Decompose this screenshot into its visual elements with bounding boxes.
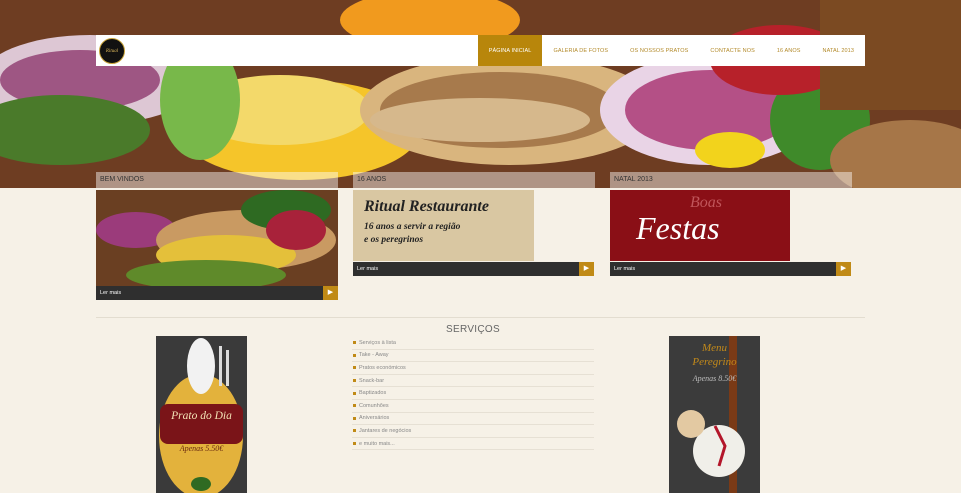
chevron-right-icon[interactable]: ▶: [579, 262, 594, 276]
service-label: Snack-bar: [359, 377, 385, 384]
card-image-anniversary[interactable]: Ritual Restaurante 16 anos a servir a re…: [353, 190, 534, 261]
bullet-icon: [353, 391, 356, 395]
site-header: Ritual PÁGINA INICIAL GALERIA DE FOTOS OS …: [96, 35, 865, 66]
service-label: Aniversários: [359, 415, 390, 422]
service-item[interactable]: e muito mais...: [352, 438, 594, 451]
bullet-icon: [353, 416, 356, 420]
read-more-link[interactable]: Ler mais: [100, 290, 121, 296]
service-item[interactable]: Baptizados: [352, 387, 594, 400]
poster-price: Apenas 5.50€: [179, 444, 224, 453]
service-item[interactable]: Snack-bar: [352, 375, 594, 388]
bullet-icon: [353, 341, 356, 345]
bullet-icon: [353, 429, 356, 433]
service-label: Serviços à lista: [359, 339, 396, 346]
chevron-right-icon[interactable]: ▶: [836, 262, 851, 276]
chevron-right-icon[interactable]: ▶: [323, 286, 338, 300]
card-image-christmas[interactable]: Boas Festas: [610, 190, 790, 261]
bullet-icon: [353, 366, 356, 370]
card-title: NATAL 2013: [610, 172, 852, 188]
section-divider: [96, 317, 865, 318]
service-label: Pratos económicos: [359, 364, 406, 371]
card-title: 16 ANOS: [353, 172, 595, 188]
poster-menu-peregrino[interactable]: Menu Peregrino Apenas 8.50€: [669, 336, 760, 493]
anniversary-sub2: e os peregrinos: [364, 235, 424, 245]
card-read-more-bar[interactable]: Ler mais ▶: [353, 262, 594, 276]
anniversary-sub1: 16 anos a servir a região: [364, 222, 461, 232]
service-label: Take - Away: [359, 352, 389, 359]
nav-item-galeria-de-fotos[interactable]: GALERIA DE FOTOS: [542, 35, 619, 66]
nav-item-16-anos[interactable]: 16 ANOS: [766, 35, 812, 66]
anniversary-title: Ritual Restaurante: [364, 198, 489, 215]
service-item[interactable]: Take - Away: [352, 350, 594, 363]
bullet-icon: [353, 353, 356, 357]
poster-title: Prato do Dia: [171, 410, 232, 422]
service-item[interactable]: Jantares de negócios: [352, 425, 594, 438]
card-title: BEM VINDOS: [96, 172, 338, 188]
service-item[interactable]: Aniversários: [352, 413, 594, 426]
card-read-more-bar[interactable]: Ler mais ▶: [610, 262, 851, 276]
poster-prato-do-dia[interactable]: Prato do Dia Apenas 5.50€: [156, 336, 247, 493]
service-item[interactable]: Serviços à lista: [352, 337, 594, 350]
nav-item-contacte-nos[interactable]: CONTACTE NOS: [699, 35, 766, 66]
poster-title-1: Menu: [701, 342, 728, 354]
bullet-icon: [353, 404, 356, 408]
poster-title-2: Peregrino: [692, 356, 737, 368]
poster-price: Apenas 8.50€: [692, 374, 737, 383]
hero-banner: [0, 0, 961, 188]
read-more-link[interactable]: Ler mais: [357, 266, 378, 272]
service-item[interactable]: Pratos económicos: [352, 362, 594, 375]
service-label: Comunhões: [359, 402, 389, 409]
card-read-more-bar[interactable]: Ler mais ▶: [96, 286, 338, 300]
bullet-icon: [353, 442, 356, 446]
nav-item-p-gina-inicial[interactable]: PÁGINA INICIAL: [477, 35, 543, 66]
main-nav: PÁGINA INICIAL GALERIA DE FOTOS OS NOSSOS …: [477, 35, 865, 66]
hero-food-image: [0, 0, 961, 188]
service-item[interactable]: Comunhões: [352, 400, 594, 413]
nav-item-natal-2013[interactable]: NATAL 2013: [812, 35, 865, 66]
bullet-icon: [353, 379, 356, 383]
services-title: SERVIÇOS: [446, 324, 500, 335]
read-more-link[interactable]: Ler mais: [614, 266, 635, 272]
service-label: Baptizados: [359, 390, 387, 397]
services-list: Serviços à lista Take - Away Pratos económ…: [352, 337, 594, 451]
nav-item-os-nossos-pratos[interactable]: OS NOSSOS PRATOS: [619, 35, 699, 66]
card-image-salad[interactable]: [96, 190, 338, 286]
service-label: e muito mais...: [359, 440, 395, 447]
site-logo[interactable]: Ritual: [99, 38, 125, 64]
service-label: Jantares de negócios: [359, 427, 412, 434]
christmas-sub: Festas: [636, 210, 720, 246]
